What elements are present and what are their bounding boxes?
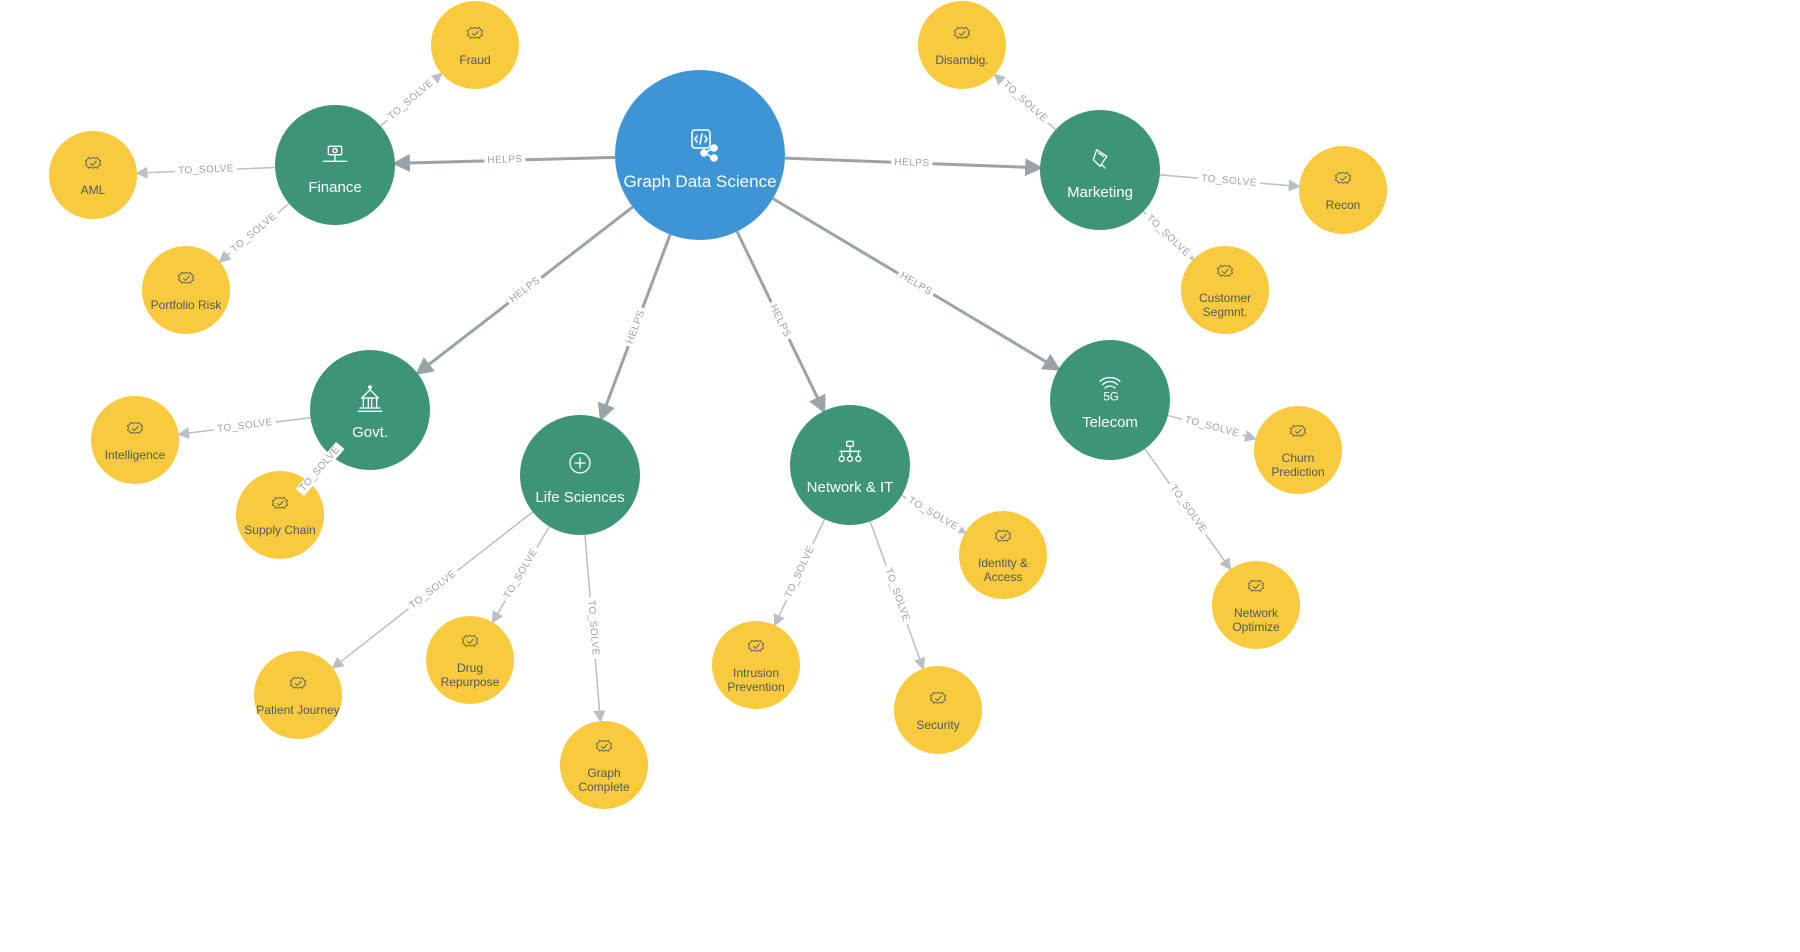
- node-label: Govt.: [352, 424, 388, 441]
- leaf-icon: [925, 687, 951, 713]
- node-label: Customer Segmnt.: [1181, 292, 1269, 320]
- leaf-icon: [285, 672, 311, 698]
- leaf-icon: [80, 152, 106, 178]
- node-label: Intrusion Prevention: [712, 667, 800, 695]
- leaf-node-drug[interactable]: Drug Repurpose: [426, 616, 514, 704]
- root-node[interactable]: Graph Data Science: [615, 70, 785, 240]
- telecom-icon: 5G: [1090, 368, 1130, 408]
- leaf-icon: [173, 267, 199, 293]
- leaf-icon: [949, 22, 975, 48]
- leaf-node-portfolio[interactable]: Portfolio Risk: [142, 246, 230, 334]
- leaf-icon: [1243, 575, 1269, 601]
- sector-node-telecom[interactable]: 5G Telecom: [1050, 340, 1170, 460]
- node-label: Patient Journey: [256, 704, 339, 718]
- leaf-node-patient[interactable]: Patient Journey: [254, 651, 342, 739]
- marketing-icon: [1080, 138, 1120, 178]
- edge-label: HELPS: [892, 157, 934, 170]
- node-label: Network & IT: [807, 479, 894, 496]
- leaf-icon: [122, 417, 148, 443]
- leaf-node-security[interactable]: Security: [894, 666, 982, 754]
- sector-node-life[interactable]: Life Sciences: [520, 415, 640, 535]
- node-label: Security: [916, 719, 959, 733]
- leaf-node-recon[interactable]: Recon: [1299, 146, 1387, 234]
- node-label: Drug Repurpose: [426, 662, 514, 690]
- node-label: Churn Prediction: [1254, 452, 1342, 480]
- leaf-icon: [743, 635, 769, 661]
- leaf-node-netopt[interactable]: Network Optimize: [1212, 561, 1300, 649]
- leaf-node-intrusion[interactable]: Intrusion Prevention: [712, 621, 800, 709]
- leaf-icon: [267, 492, 293, 518]
- sector-node-finance[interactable]: Finance: [275, 105, 395, 225]
- node-label: Network Optimize: [1212, 607, 1300, 635]
- sector-node-marketing[interactable]: Marketing: [1040, 110, 1160, 230]
- edge-label: HELPS: [484, 154, 526, 166]
- sector-node-net[interactable]: Network & IT: [790, 405, 910, 525]
- leaf-node-custseg[interactable]: Customer Segmnt.: [1181, 246, 1269, 334]
- leaf-icon: [462, 22, 488, 48]
- node-label: Recon: [1326, 199, 1361, 213]
- node-label: AML: [81, 184, 106, 198]
- node-label: Life Sciences: [535, 489, 624, 506]
- node-label: Finance: [308, 179, 361, 196]
- net-icon: [830, 433, 870, 473]
- node-label: Supply Chain: [244, 524, 315, 538]
- leaf-node-identity[interactable]: Identity & Access: [959, 511, 1047, 599]
- leaf-icon: [1330, 167, 1356, 193]
- leaf-icon: [1212, 260, 1238, 286]
- leaf-icon: [990, 525, 1016, 551]
- leaf-node-aml[interactable]: AML: [49, 131, 137, 219]
- node-label: Disambig.: [935, 54, 988, 68]
- node-label: Portfolio Risk: [151, 299, 222, 313]
- leaf-node-churn[interactable]: Churn Prediction: [1254, 406, 1342, 494]
- leaf-icon: [457, 630, 483, 656]
- root-icon: [676, 118, 724, 166]
- leaf-node-intel[interactable]: Intelligence: [91, 396, 179, 484]
- node-label: Identity & Access: [959, 557, 1047, 585]
- node-label: Intelligence: [105, 449, 166, 463]
- govt-icon: [350, 378, 390, 418]
- node-label: Fraud: [459, 54, 490, 68]
- node-label: Graph Complete: [560, 767, 648, 795]
- node-label: Graph Data Science: [623, 172, 776, 192]
- leaf-icon: [591, 735, 617, 761]
- node-label: Marketing: [1067, 184, 1133, 201]
- finance-icon: [315, 133, 355, 173]
- leaf-icon: [1285, 420, 1311, 446]
- leaf-node-graphcomp[interactable]: Graph Complete: [560, 721, 648, 809]
- svg-text:5G: 5G: [1103, 391, 1119, 404]
- leaf-node-disambig[interactable]: Disambig.: [918, 1, 1006, 89]
- leaf-node-fraud[interactable]: Fraud: [431, 1, 519, 89]
- node-label: Telecom: [1082, 414, 1138, 431]
- life-icon: [560, 443, 600, 483]
